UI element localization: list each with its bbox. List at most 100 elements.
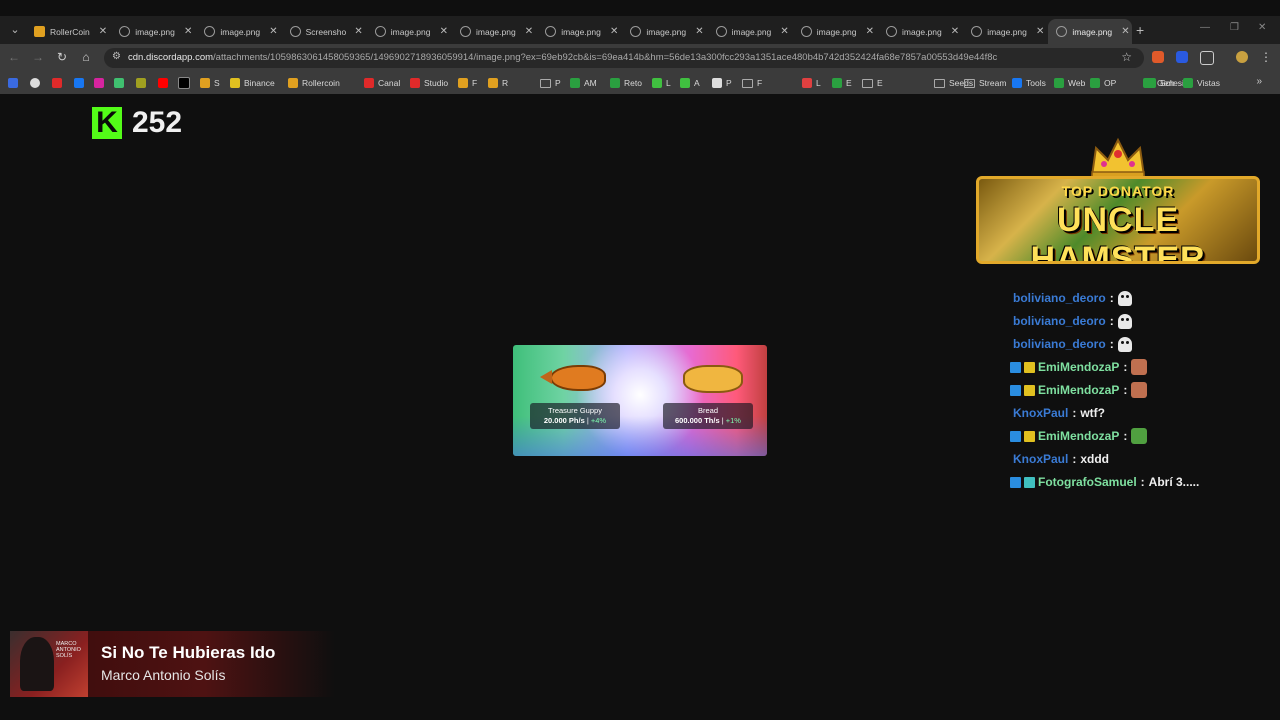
reward-power: 20.000 Ph/s: [543, 416, 585, 425]
bookmark-item[interactable]: F: [742, 76, 762, 90]
close-tab-icon[interactable]: ✕: [181, 26, 195, 37]
bookmark-icon-only[interactable]: [114, 76, 128, 90]
bookmark-star-icon[interactable]: ☆: [1121, 50, 1132, 64]
bookmark-item[interactable]: A: [680, 76, 700, 90]
chat-username[interactable]: KnoxPaul: [1013, 452, 1068, 466]
bookmark-instagram[interactable]: [94, 76, 108, 90]
close-tab-icon[interactable]: ✕: [607, 26, 621, 37]
close-tab-icon[interactable]: ✕: [96, 26, 110, 37]
bookmark-item[interactable]: Sch: [1146, 76, 1175, 90]
browser-tab[interactable]: Screensho ✕: [282, 19, 366, 44]
url-text[interactable]: cdn.discordapp.com/attachments/105986306…: [128, 52, 1108, 63]
chat-badge-icon: [1024, 476, 1035, 488]
globe-icon: [715, 26, 727, 37]
bookmark-item[interactable]: OP: [1090, 76, 1116, 90]
bookmark-icon-only[interactable]: [30, 76, 44, 90]
bookmark-item[interactable]: E: [862, 76, 883, 90]
chat-username[interactable]: EmiMendozaP: [1038, 360, 1119, 374]
bookmark-label: A: [694, 78, 700, 88]
bookmark-item[interactable]: Canal: [364, 76, 400, 90]
bookmark-item[interactable]: Reto: [610, 76, 642, 90]
bookmark-item[interactable]: Vistas: [1183, 76, 1220, 90]
site-info-icon[interactable]: ⚙: [112, 51, 121, 62]
chat-badge-icon: [1010, 430, 1021, 442]
browser-tab[interactable]: image.png ✕: [708, 19, 792, 44]
minimize-icon[interactable]: —: [1200, 22, 1210, 33]
close-tab-icon[interactable]: ✕: [352, 26, 366, 37]
bookmark-item[interactable]: Studio: [410, 76, 448, 90]
chat-username[interactable]: boliviano_deoro: [1013, 314, 1106, 328]
chat-username[interactable]: KnoxPaul: [1013, 406, 1068, 420]
bookmark-x[interactable]: [178, 76, 194, 90]
home-button[interactable]: ⌂: [78, 50, 94, 64]
rollercoin-favicon-icon: [34, 26, 45, 37]
bookmark-item[interactable]: Stream: [964, 76, 1006, 90]
back-button[interactable]: ←: [6, 50, 22, 64]
chat-username[interactable]: EmiMendozaP: [1038, 429, 1119, 443]
close-tab-icon[interactable]: ✕: [1033, 26, 1047, 37]
bookmark-label: F: [472, 78, 478, 88]
chat-username[interactable]: boliviano_deoro: [1013, 291, 1106, 305]
close-tab-icon[interactable]: ✕: [863, 26, 877, 37]
globe-icon: [374, 26, 386, 37]
close-tab-icon[interactable]: ✕: [522, 26, 536, 37]
chat-username[interactable]: boliviano_deoro: [1013, 337, 1106, 351]
browser-tab[interactable]: image.png ✕: [878, 19, 962, 44]
bookmark-facebook[interactable]: [74, 76, 88, 90]
chat-message: EmiMendozaP:: [1010, 357, 1148, 377]
forward-button[interactable]: →: [30, 50, 46, 64]
bookmark-apps[interactable]: [8, 76, 22, 90]
chat-username[interactable]: EmiMendozaP: [1038, 383, 1119, 397]
folder-icon: [964, 78, 975, 88]
bookmark-item[interactable]: E: [832, 76, 852, 90]
browser-tab[interactable]: image.png ✕: [622, 19, 706, 44]
bookmark-item[interactable]: S: [200, 76, 220, 90]
bookmark-item[interactable]: P: [712, 76, 732, 90]
browser-tab[interactable]: image.png ✕: [793, 19, 877, 44]
bookmark-item[interactable]: Binance: [230, 76, 275, 90]
menu-kebab-icon[interactable]: ⋮: [1258, 50, 1274, 64]
new-tab-button[interactable]: +: [1136, 22, 1144, 38]
close-tab-icon[interactable]: ✕: [1118, 26, 1132, 37]
bookmark-item[interactable]: Web: [1054, 76, 1085, 90]
browser-tab[interactable]: image.png ✕: [196, 19, 280, 44]
browser-tab[interactable]: image.png ✕: [963, 19, 1047, 44]
bookmark-item[interactable]: L: [652, 76, 671, 90]
bookmark-item[interactable]: P: [540, 76, 561, 90]
address-bar[interactable]: ⚙ cdn.discordapp.com/attachments/1059863…: [104, 48, 1144, 68]
kick-logo-icon: K: [92, 107, 122, 139]
bookmark-icon-only[interactable]: [52, 76, 66, 90]
browser-tab[interactable]: image.png ✕: [1048, 19, 1133, 44]
bookmark-label: Studio: [424, 78, 449, 88]
bookmark-item[interactable]: R: [488, 76, 508, 90]
bookmark-item[interactable]: L: [802, 76, 821, 90]
close-tab-icon[interactable]: ✕: [692, 26, 706, 37]
browser-tab[interactable]: image.png ✕: [111, 19, 195, 44]
browser-tab[interactable]: image.png ✕: [367, 19, 451, 44]
bookmark-item[interactable]: Tools: [1012, 76, 1046, 90]
more-bookmarks-icon[interactable]: »: [1256, 76, 1262, 87]
close-tab-icon[interactable]: ✕: [437, 26, 451, 37]
bookmark-youtube[interactable]: [158, 76, 172, 90]
close-tab-icon[interactable]: ✕: [266, 26, 280, 37]
bookmark-item[interactable]: Rollercoin: [288, 76, 340, 90]
browser-tab[interactable]: image.png ✕: [452, 19, 536, 44]
profile-avatar[interactable]: [1236, 51, 1248, 63]
close-window-icon[interactable]: ✕: [1258, 22, 1266, 33]
browser-tab[interactable]: RollerCoin ✕: [26, 19, 110, 44]
bookmark-item[interactable]: F: [458, 76, 477, 90]
close-tab-icon[interactable]: ✕: [948, 26, 962, 37]
extension-icon[interactable]: [1176, 51, 1188, 63]
tab-search-button[interactable]: ⌄: [6, 21, 24, 39]
bookmark-icon-only[interactable]: [136, 76, 150, 90]
reload-button[interactable]: ↻: [54, 50, 70, 64]
song-title: Si No Te Hubieras Ido: [101, 643, 276, 662]
bookmark-item[interactable]: AM: [570, 76, 597, 90]
close-tab-icon[interactable]: ✕: [778, 26, 792, 37]
chat-message: KnoxPaul: xddd: [1013, 449, 1109, 469]
maximize-icon[interactable]: ❐: [1230, 22, 1239, 33]
extensions-puzzle-icon[interactable]: [1200, 51, 1214, 65]
chat-username[interactable]: FotografoSamuel: [1038, 475, 1137, 489]
extension-icon[interactable]: [1152, 51, 1164, 63]
browser-tab[interactable]: image.png ✕: [537, 19, 621, 44]
